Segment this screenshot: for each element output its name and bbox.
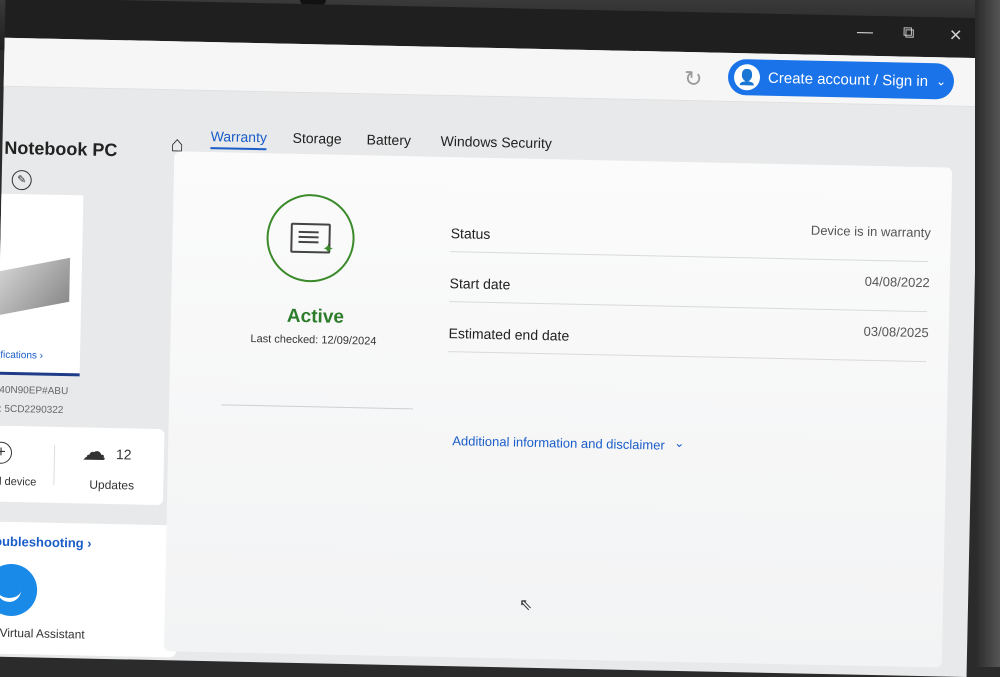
status-row-value: Device is in warranty — [810, 222, 931, 241]
row-divider — [450, 251, 929, 263]
tab-warranty[interactable]: Warranty — [210, 128, 268, 151]
troubleshooting-link[interactable]: oubleshooting › — [0, 534, 92, 551]
status-row-label: Status — [450, 225, 491, 242]
warranty-status-icon: ✦ — [265, 193, 356, 284]
device-title: Notebook PC — [4, 137, 118, 161]
warranty-status: Active — [286, 305, 345, 328]
virtual-assistant-icon[interactable] — [0, 563, 38, 617]
end-date-value: 03/08/2025 — [863, 323, 929, 341]
additional-info-link[interactable]: Additional information and disclaimer — [452, 433, 665, 452]
tab-windows-security[interactable]: Windows Security — [440, 133, 552, 151]
tab-storage[interactable]: Storage — [292, 130, 341, 147]
serial-number: : 5CD2290322 — [0, 403, 64, 417]
start-date-value: 04/08/2022 — [864, 273, 930, 291]
refresh-icon[interactable]: ↻ — [684, 66, 703, 92]
sparkle-icon: ✦ — [322, 240, 335, 257]
last-checked: Last checked: 12/09/2024 — [250, 332, 377, 348]
start-date-label: Start date — [449, 275, 511, 293]
laptop-image — [0, 257, 71, 316]
row-divider — [449, 301, 928, 313]
chevron-down-icon: ⌄ — [935, 74, 947, 89]
restore-button[interactable]: ⧉ — [903, 25, 915, 43]
row-divider — [448, 351, 927, 363]
add-icon[interactable]: + — [0, 441, 13, 464]
divider — [221, 404, 414, 410]
screen: — ⧉ ✕ ↻ 👤 Create account / Sign in ⌄ Not… — [0, 0, 991, 677]
warranty-card: ✦ Active Last checked: 12/09/2024 Status… — [163, 151, 953, 668]
cloud-download-icon[interactable]: ☁ — [82, 437, 107, 466]
virtual-assistant-label[interactable]: r Virtual Assistant — [0, 626, 85, 642]
chevron-down-icon[interactable]: ⌄ — [674, 436, 684, 450]
edit-icon[interactable]: ✎ — [11, 169, 32, 191]
minimize-button[interactable]: — — [857, 24, 873, 42]
tab-battery[interactable]: Battery — [366, 131, 411, 148]
updates-count: 12 — [115, 446, 132, 463]
add-device-label[interactable]: d device — [0, 476, 36, 489]
laptop-bezel-right — [975, 0, 1000, 667]
sign-in-label: Create account / Sign in — [767, 69, 929, 90]
updates-button[interactable]: Updates — [89, 478, 134, 493]
close-button[interactable]: ✕ — [949, 26, 963, 46]
end-date-label: Estimated end date — [448, 325, 570, 344]
specifications-link[interactable]: ifications › — [0, 350, 43, 362]
mouse-cursor-icon: ⇖ — [518, 596, 533, 614]
hp-support-app: ↻ 👤 Create account / Sign in ⌄ Notebook … — [0, 37, 980, 677]
user-icon: 👤 — [733, 64, 761, 91]
device-actions-card: + d device ☁ 12 Updates — [0, 425, 165, 506]
divider — [53, 444, 56, 485]
support-card: oubleshooting › r Virtual Assistant — [0, 521, 179, 658]
sign-in-button[interactable]: 👤 Create account / Sign in ⌄ — [727, 58, 955, 100]
product-number: 40N90EP#ABU — [0, 384, 69, 398]
